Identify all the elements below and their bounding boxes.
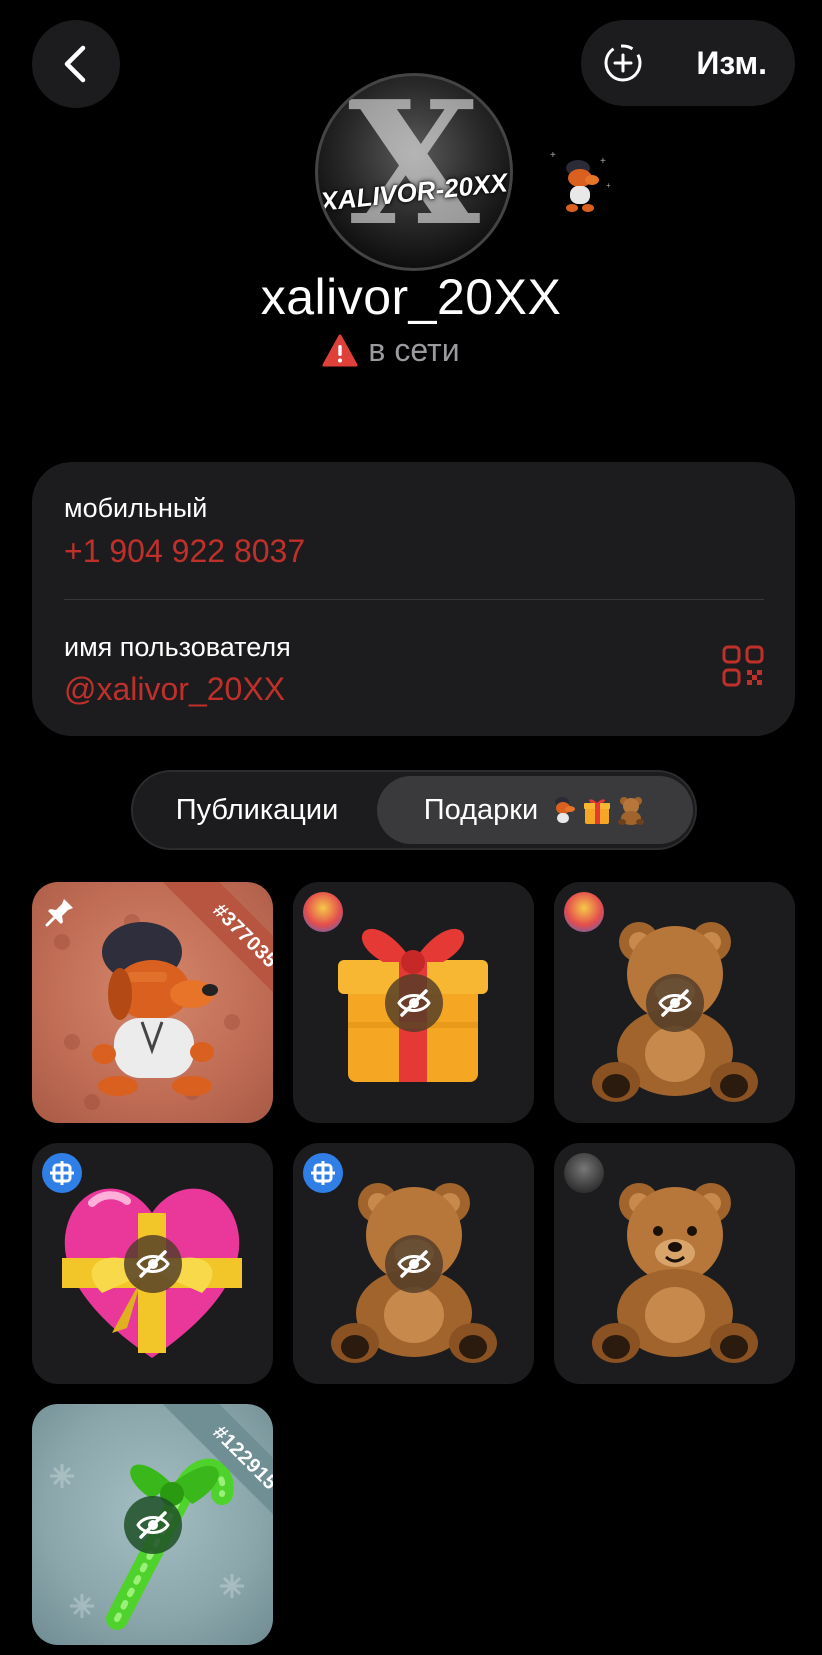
avatar[interactable]: X XALIVOR-20XX (315, 73, 513, 271)
svg-text:+: + (606, 181, 611, 190)
tab-publications-label: Публикации (175, 793, 339, 826)
svg-text:+: + (550, 150, 556, 161)
username-value[interactable]: @xalivor_20XX (64, 671, 285, 708)
profile-tabs: Публикации Подарки (131, 770, 697, 850)
tab-publications[interactable]: Публикации (137, 776, 377, 844)
status-text: в сети (368, 332, 460, 368)
tab-gifts-label: Подарки (423, 793, 539, 826)
gift-box-icon (584, 799, 611, 824)
ribbon-number: #122915 (159, 1404, 273, 1518)
teddy-bear-icon (618, 797, 645, 825)
hidden-badge (645, 973, 704, 1032)
warning-icon (322, 334, 358, 366)
back-button[interactable] (32, 20, 120, 108)
gift-card-teddy[interactable] (554, 882, 795, 1123)
eye-off-icon (396, 1249, 431, 1278)
profile-gift-dog-icon[interactable]: + + + (548, 148, 612, 220)
gift-number: #377035 (160, 882, 273, 996)
ribbon-number: #377035 (159, 882, 273, 996)
edit-label: Изм. (696, 44, 767, 81)
tab-gifts[interactable]: Подарки (377, 776, 693, 844)
hidden-badge (123, 1234, 182, 1293)
edit-button[interactable]: Изм. (581, 20, 795, 106)
eye-off-icon (657, 988, 692, 1017)
teddy-bear-art (592, 1183, 758, 1363)
dog-icon (555, 797, 576, 823)
eye-off-icon (135, 1249, 170, 1278)
svg-text:+: + (600, 156, 606, 167)
pin-icon (45, 899, 73, 927)
add-story-icon (604, 44, 642, 82)
tab-gifts-emojis (548, 794, 646, 826)
eye-off-icon (396, 988, 431, 1017)
avatar-letter: X (348, 73, 480, 264)
gift-card-candy-cane[interactable]: #122915 (32, 1404, 273, 1645)
gift-card-dog[interactable]: #377035 (32, 882, 273, 1123)
qr-code-icon[interactable] (722, 645, 764, 687)
mobile-label: мобильный (64, 493, 208, 523)
chevron-left-icon (64, 45, 86, 83)
status-row: в сети (0, 332, 822, 369)
gift-card-heart[interactable] (32, 1143, 273, 1384)
username-label: имя пользователя (64, 632, 291, 662)
gift-card-teddy[interactable] (554, 1143, 795, 1384)
gift-card-giftbox[interactable] (293, 882, 534, 1123)
hidden-badge (384, 973, 443, 1032)
divider (64, 599, 764, 600)
mobile-value[interactable]: +1 904 922 8037 (64, 533, 305, 570)
gift-card-teddy[interactable] (293, 1143, 534, 1384)
gift-number: #122915 (160, 1404, 273, 1518)
hidden-badge (384, 1234, 443, 1293)
display-name: xalivor_20XX (260, 269, 562, 325)
